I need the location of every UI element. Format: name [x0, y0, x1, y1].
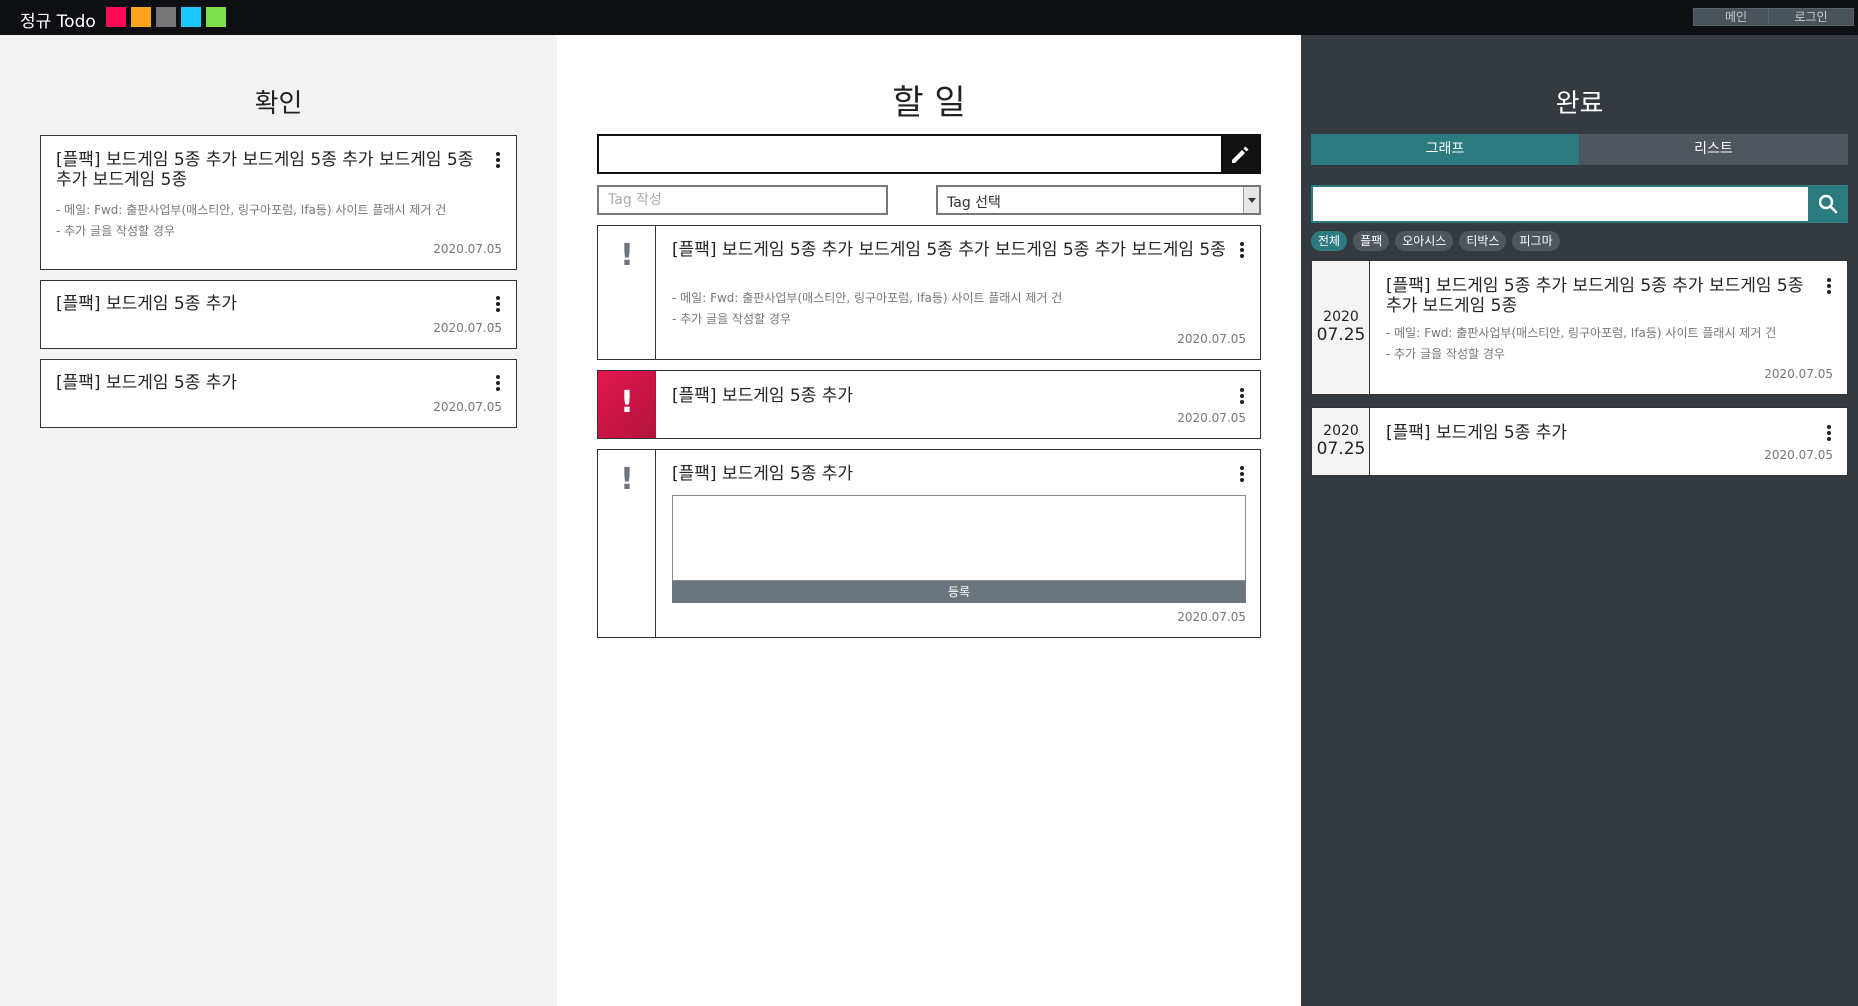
- tag-input[interactable]: [597, 185, 888, 215]
- filter-chip[interactable]: 피그마: [1512, 231, 1560, 251]
- login-button[interactable]: 로그인: [1768, 8, 1854, 26]
- more-menu-icon[interactable]: [1240, 388, 1244, 404]
- search-icon: [1818, 194, 1838, 214]
- confirm-card[interactable]: [플팩] 보드게임 5종 추가 보드게임 5종 추가 보드게임 5종 추가 보드…: [40, 135, 517, 270]
- more-menu-icon[interactable]: [1827, 425, 1831, 441]
- new-task-box: [597, 134, 1261, 174]
- card-detail-line: - 메일: Fwd: 출판사업부(매스티안, 링구아포럼, Ifa등) 사이트 …: [672, 291, 1063, 305]
- color-swatch-gray[interactable]: [156, 7, 176, 27]
- confirm-card[interactable]: [플팩] 보드게임 5종 추가 2020.07.05: [40, 280, 517, 349]
- color-swatch-cyan[interactable]: [181, 7, 201, 27]
- priority-indicator[interactable]: !: [598, 450, 656, 637]
- color-swatch-orange[interactable]: [131, 7, 151, 27]
- todo-card[interactable]: ! [플팩] 보드게임 5종 추가 보드게임 5종 추가 보드게임 5종 추가 …: [597, 225, 1261, 360]
- card-date: 2020.07.05: [433, 400, 502, 414]
- comment-textarea[interactable]: [672, 495, 1246, 581]
- new-task-input[interactable]: [599, 136, 1219, 172]
- write-button[interactable]: [1221, 136, 1259, 172]
- search-box: [1311, 185, 1848, 223]
- card-detail-line: - 메일: Fwd: 출판사업부(매스티안, 링구아포럼, Ifa등) 사이트 …: [1386, 326, 1777, 340]
- search-button[interactable]: [1808, 185, 1848, 223]
- tag-select-value: Tag 선택: [947, 195, 1001, 211]
- tag-select[interactable]: Tag 선택: [936, 185, 1261, 215]
- card-title: [플팩] 보드게임 5종 추가: [672, 464, 854, 484]
- priority-indicator[interactable]: !: [598, 226, 656, 359]
- card-detail-line: - 추가 글을 작성할 경우: [1386, 347, 1505, 361]
- more-menu-icon[interactable]: [1240, 466, 1244, 482]
- card-title: [플팩] 보드게임 5종 추가 보드게임 5종 추가 보드게임 5종 추가 보드…: [672, 240, 1226, 260]
- card-date: 2020.07.05: [1177, 411, 1246, 425]
- card-date: 2020.07.05: [1764, 448, 1833, 462]
- priority-indicator-urgent[interactable]: !: [598, 371, 656, 438]
- completed-day: 07.25: [1316, 439, 1366, 459]
- done-card[interactable]: 2020 07.25 [플팩] 보드게임 5종 추가 보드게임 5종 추가 보드…: [1311, 260, 1848, 395]
- confirm-title: 확인: [254, 89, 303, 119]
- filter-chip[interactable]: 플팩: [1353, 231, 1390, 251]
- more-menu-icon[interactable]: [496, 375, 500, 391]
- filter-chip-all[interactable]: 전체: [1311, 231, 1348, 251]
- more-menu-icon[interactable]: [1240, 242, 1244, 258]
- confirm-card[interactable]: [플팩] 보드게임 5종 추가 2020.07.05: [40, 359, 517, 428]
- card-title: [플팩] 보드게임 5종 추가: [1386, 423, 1568, 443]
- exclamation-icon: !: [620, 385, 634, 420]
- card-detail-line: - 추가 글을 작성할 경우: [672, 312, 791, 326]
- card-date: 2020.07.05: [433, 242, 502, 256]
- card-title: [플팩] 보드게임 5종 추가: [56, 294, 238, 314]
- dropdown-arrow[interactable]: [1243, 187, 1259, 213]
- tab-list[interactable]: 리스트: [1579, 134, 1848, 165]
- done-column: 완료 그래프 리스트 전체 플팩 오아시스 티박스 피그마 2020 07.25…: [1301, 35, 1858, 1006]
- todo-title: 할 일: [892, 83, 966, 123]
- completed-date: 2020 07.25: [1312, 408, 1370, 475]
- tab-graph[interactable]: 그래프: [1311, 134, 1579, 165]
- more-menu-icon[interactable]: [496, 152, 500, 168]
- color-swatch-pink[interactable]: [106, 7, 126, 27]
- search-input[interactable]: [1313, 187, 1807, 221]
- todo-column: 할 일 Tag 선택 ! [플팩] 보드게임 5종 추가 보드게임 5종 추가 …: [557, 35, 1301, 1006]
- card-title: [플팩] 보드게임 5종 추가: [56, 373, 238, 393]
- done-title: 완료: [1555, 89, 1604, 119]
- confirm-column: 확인 [플팩] 보드게임 5종 추가 보드게임 5종 추가 보드게임 5종 추가…: [0, 35, 557, 1006]
- card-date: 2020.07.05: [1177, 610, 1246, 624]
- more-menu-icon[interactable]: [496, 296, 500, 312]
- card-title: [플팩] 보드게임 5종 추가: [672, 386, 854, 406]
- completed-day: 07.25: [1316, 325, 1366, 345]
- filter-chip[interactable]: 티박스: [1459, 231, 1507, 251]
- todo-card[interactable]: ! [플팩] 보드게임 5종 추가 2020.07.05: [597, 370, 1261, 439]
- filter-chip[interactable]: 오아시스: [1395, 231, 1454, 251]
- card-detail-line: - 추가 글을 작성할 경우: [56, 224, 175, 238]
- card-detail-line: - 메일: Fwd: 출판사업부(매스티안, 링구아포럼, Ifa등) 사이트 …: [56, 203, 447, 217]
- top-bar: 정규 Todo 메인 로그인: [0, 0, 1858, 35]
- completed-year: 2020: [1323, 309, 1359, 325]
- card-date: 2020.07.05: [1177, 332, 1246, 346]
- card-date: 2020.07.05: [433, 321, 502, 335]
- submit-button[interactable]: 등록: [672, 581, 1246, 603]
- card-title: [플팩] 보드게임 5종 추가 보드게임 5종 추가 보드게임 5종 추가 보드…: [56, 150, 474, 190]
- done-card[interactable]: 2020 07.25 [플팩] 보드게임 5종 추가 2020.07.05: [1311, 407, 1848, 476]
- pencil-icon: [1232, 146, 1249, 163]
- completed-year: 2020: [1323, 423, 1359, 439]
- exclamation-icon: !: [620, 462, 634, 497]
- card-date: 2020.07.05: [1764, 367, 1833, 381]
- todo-card[interactable]: ! [플팩] 보드게임 5종 추가 등록 2020.07.05: [597, 449, 1261, 638]
- filter-chips: 전체 플팩 오아시스 티박스 피그마: [1311, 231, 1560, 251]
- completed-date: 2020 07.25: [1312, 261, 1370, 394]
- exclamation-icon: !: [620, 238, 634, 273]
- card-title: [플팩] 보드게임 5종 추가 보드게임 5종 추가 보드게임 5종 추가 보드…: [1386, 276, 1804, 316]
- color-swatch-green[interactable]: [206, 7, 226, 27]
- color-swatches: [106, 7, 226, 27]
- brand-title[interactable]: 정규 Todo: [20, 7, 96, 32]
- chevron-down-icon: [1248, 198, 1256, 203]
- more-menu-icon[interactable]: [1827, 278, 1831, 294]
- main-button[interactable]: 메인: [1693, 8, 1779, 26]
